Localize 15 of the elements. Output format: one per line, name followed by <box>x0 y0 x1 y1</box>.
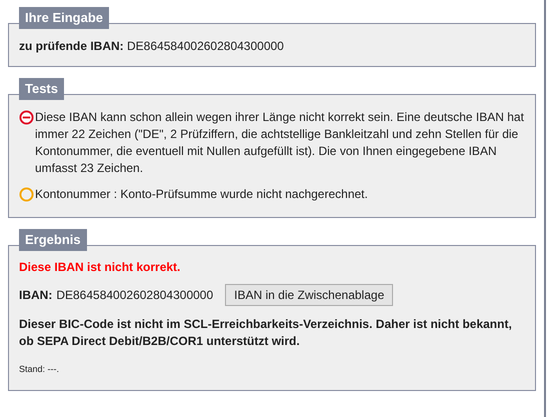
test-message: Diese IBAN kann schon allein wegen ihrer Länge nicht korrekt sein. Eine deutsche IBAN hat immer 22 Zeichen ("DE", 2 Prüfziffern, die achtstellige Bankleitzahl und zehn Stellen für die Kontonummer, die eventuell mit Nullen aufgefüllt ist). Die von Ihnen eingegebene IBAN umfasst 23 Zeichen. <box>35 109 525 177</box>
copy-button[interactable]: IBAN in die Zwischenablage <box>225 284 394 306</box>
bic-note: Dieser BIC-Code ist nicht im SCL-Erreichbarkeits-Verzeichnis. Daher ist nicht bekannt, ob SEPA Direct Debit/B2B/COR1 unterstützt wird. <box>19 316 513 350</box>
stand-text: Stand: ---. <box>19 364 60 374</box>
field-label: zu prüfende IBAN: <box>19 39 124 53</box>
section-title: Ihre Eingabe <box>19 7 110 29</box>
iban-value: DE864584002602804300000 <box>127 39 284 53</box>
error-icon <box>19 110 34 125</box>
verdict-text: Diese IBAN ist nicht korrekt. <box>19 260 182 274</box>
section-title: Ergebnis <box>19 229 87 251</box>
section-title: Tests <box>19 78 64 100</box>
iban-value: DE864584002602804300000 <box>56 288 214 302</box>
warning-circle-icon <box>19 187 34 202</box>
test-message: Kontonummer : Konto-Prüfsumme wurde nicht nachgerechnet. <box>35 186 368 203</box>
field-label: IBAN: <box>19 288 52 302</box>
